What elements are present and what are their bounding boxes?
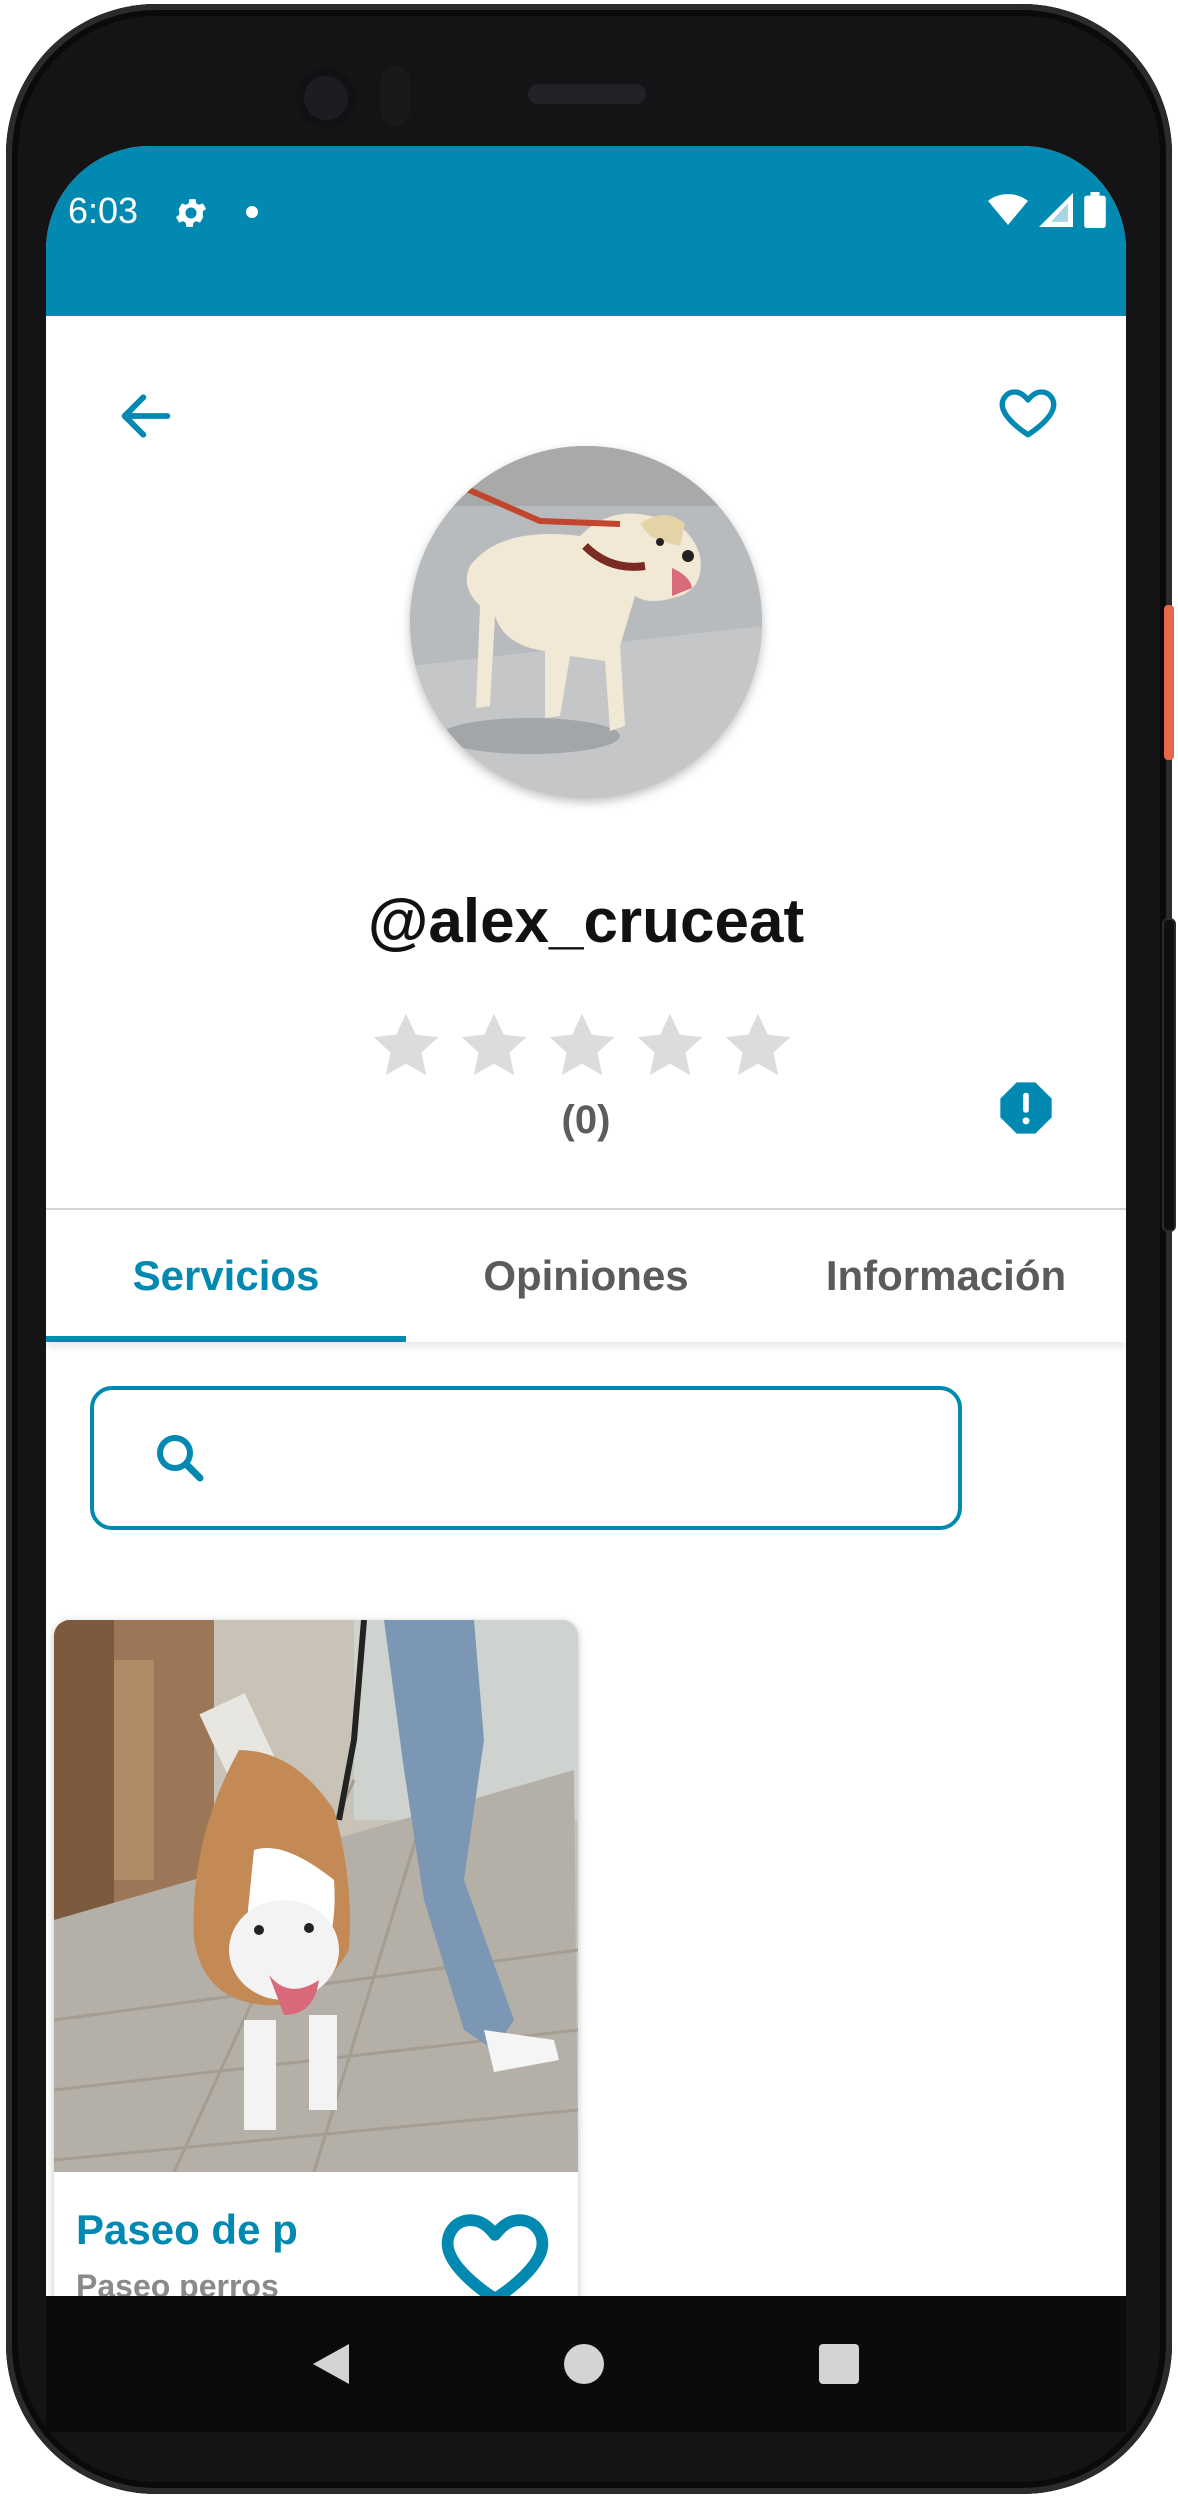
status-icons (988, 192, 1106, 228)
earpiece-speaker (528, 84, 646, 104)
volume-button (1164, 920, 1174, 1230)
service-subtitle: Paseo perros (76, 2268, 279, 2296)
alert-badge-icon[interactable] (998, 1080, 1054, 1136)
tab-bar: Servicios Opiniones Información (46, 1210, 1126, 1342)
star-icon (725, 1013, 791, 1076)
system-nav-bar (46, 2296, 1126, 2432)
nav-back-icon[interactable] (313, 2344, 350, 2384)
search-input[interactable] (230, 1390, 958, 1526)
star-icon (637, 1013, 703, 1076)
nav-home-icon[interactable] (563, 2344, 604, 2384)
app-screen: 6:03 @alex_cruceat (0) Servicios Opinion… (46, 146, 1126, 2296)
tab-opiniones[interactable]: Opiniones (406, 1210, 766, 1342)
nav-recents-icon[interactable] (818, 2344, 859, 2384)
rating-count: (0) (561, 1098, 611, 1142)
service-card[interactable]: Paseo de p Paseo perros (54, 1620, 578, 2296)
gear-icon (175, 199, 207, 227)
status-bar: 6:03 (46, 146, 1126, 316)
star-icon (549, 1013, 615, 1076)
proximity-sensor (380, 66, 410, 126)
dog-photo (410, 446, 762, 798)
search-icon (157, 1435, 204, 1482)
status-time: 6:03 (68, 190, 139, 231)
service-title: Paseo de p (76, 2206, 298, 2253)
wifi-icon (988, 194, 1028, 225)
signal-icon (1039, 193, 1073, 227)
front-camera (296, 68, 356, 128)
star-icon (461, 1013, 527, 1076)
star-icon (373, 1013, 439, 1076)
dot-icon (246, 206, 258, 218)
username: @alex_cruceat (367, 887, 805, 956)
power-button (1164, 605, 1174, 760)
tab-informacion[interactable]: Información (766, 1210, 1126, 1342)
battery-icon (1084, 192, 1106, 228)
search-box[interactable] (90, 1386, 962, 1530)
heart-outline-icon[interactable] (996, 380, 1060, 444)
arrow-left-icon[interactable] (114, 384, 178, 448)
avatar (410, 446, 762, 798)
bulldog-walk-photo (54, 1620, 578, 2172)
tab-servicios[interactable]: Servicios (46, 1210, 406, 1342)
heart-outline-icon[interactable] (436, 2198, 554, 2296)
rating-stars (368, 1008, 796, 1084)
